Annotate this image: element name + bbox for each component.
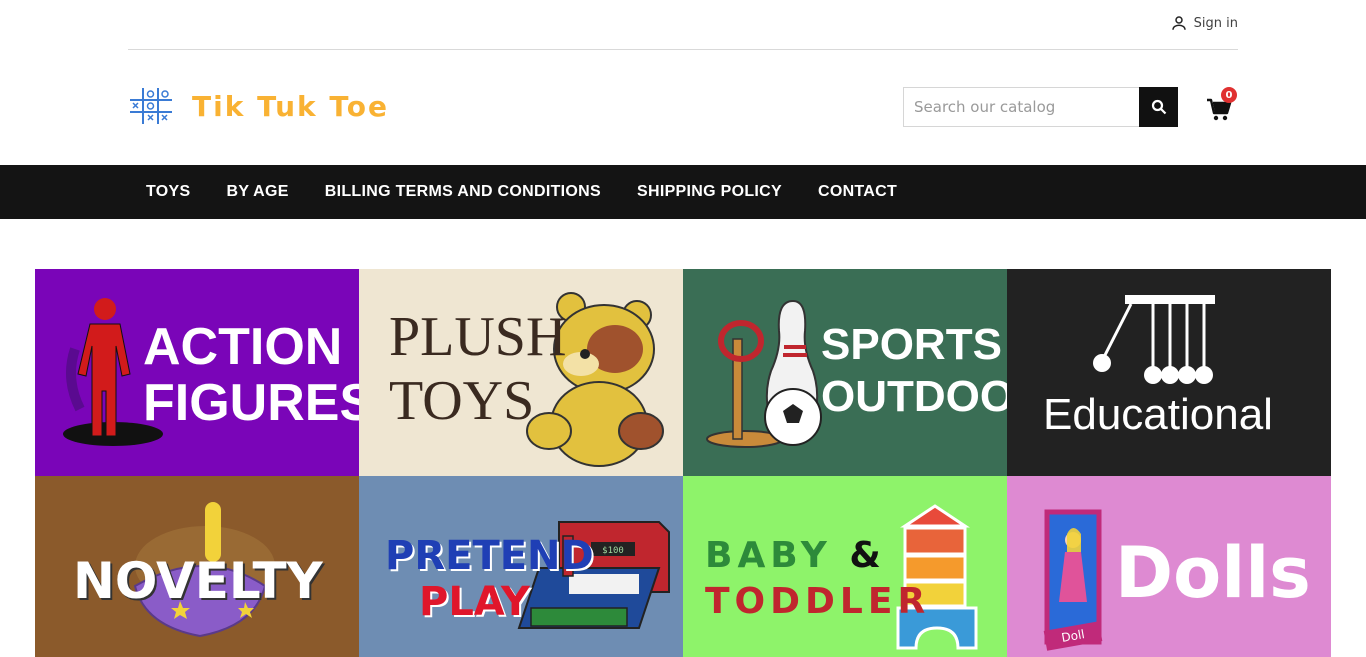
category-tile-dolls[interactable]: Doll Dolls [1007, 476, 1331, 657]
category-title-line1: PLUSH [389, 306, 567, 368]
category-title-line2: FIGURES [143, 374, 359, 432]
category-title-line1: ACTION [143, 318, 343, 376]
main-navigation: TOYS BY AGE BILLING TERMS AND CONDITIONS… [0, 165, 1366, 219]
category-tile-sports-outdoor[interactable]: SPORTS & OUTDOOR [683, 269, 1007, 476]
brand-name: Tik Tuk Toe [192, 89, 389, 123]
category-tile-educational[interactable]: Educational [1007, 269, 1331, 476]
category-title-line1: SPORTS & [821, 320, 1007, 369]
category-title-line2: TODDLER [705, 581, 931, 622]
sign-in-link[interactable]: Sign in [1170, 14, 1238, 32]
category-grid: ACTION FIGURES PLUSH TOYS SPORTS OUTDOO … [35, 269, 1331, 657]
top-bar: Sign in [128, 0, 1238, 50]
nav-item-contact[interactable]: CONTACT [800, 183, 915, 201]
category-title-line2: TOYS [389, 370, 535, 432]
search-button[interactable] [1139, 87, 1178, 127]
header: Tik Tuk Toe 0 [128, 50, 1238, 165]
category-title-line2: PLAY [419, 579, 530, 625]
search-icon [1151, 99, 1166, 115]
category-tile-novelty[interactable]: NOVELTY [35, 476, 359, 657]
nav-item-billing-terms[interactable]: BILLING TERMS AND CONDITIONS [307, 183, 619, 201]
sign-in-label: Sign in [1193, 15, 1238, 31]
category-tile-plush-toys[interactable]: PLUSH TOYS [359, 269, 683, 476]
category-title-line1: PRETEND [385, 533, 594, 579]
logo[interactable]: Tik Tuk Toe [128, 86, 389, 126]
category-tile-action-figures[interactable]: ACTION FIGURES [35, 269, 359, 476]
newtons-cradle-icon [1093, 295, 1215, 384]
register-display: $100 [602, 546, 624, 556]
search-input[interactable] [903, 87, 1139, 127]
category-tile-baby-toddler[interactable]: BABY & TODDLER [683, 476, 1007, 657]
nav-item-shipping-policy[interactable]: SHIPPING POLICY [619, 183, 800, 201]
category-title: Educational [1043, 390, 1273, 439]
category-tile-pretend-play[interactable]: $100 PRETEND PLAY [359, 476, 683, 657]
category-title-line2: OUTDOOR [821, 372, 1007, 421]
tic-tac-toe-logo-icon [130, 88, 172, 124]
user-icon [1171, 16, 1186, 30]
search-bar [903, 87, 1178, 127]
category-title: NOVELTY [73, 552, 323, 610]
nav-item-toys[interactable]: TOYS [128, 183, 208, 201]
ampersand: & [849, 535, 886, 576]
cart-count-badge: 0 [1221, 87, 1237, 103]
nav-item-by-age[interactable]: BY AGE [208, 183, 306, 201]
cart-button[interactable]: 0 [1206, 87, 1237, 124]
baby-label: BABY [705, 535, 832, 576]
category-title-line1: BABY & [705, 538, 930, 574]
category-title: Dolls [1115, 532, 1311, 614]
